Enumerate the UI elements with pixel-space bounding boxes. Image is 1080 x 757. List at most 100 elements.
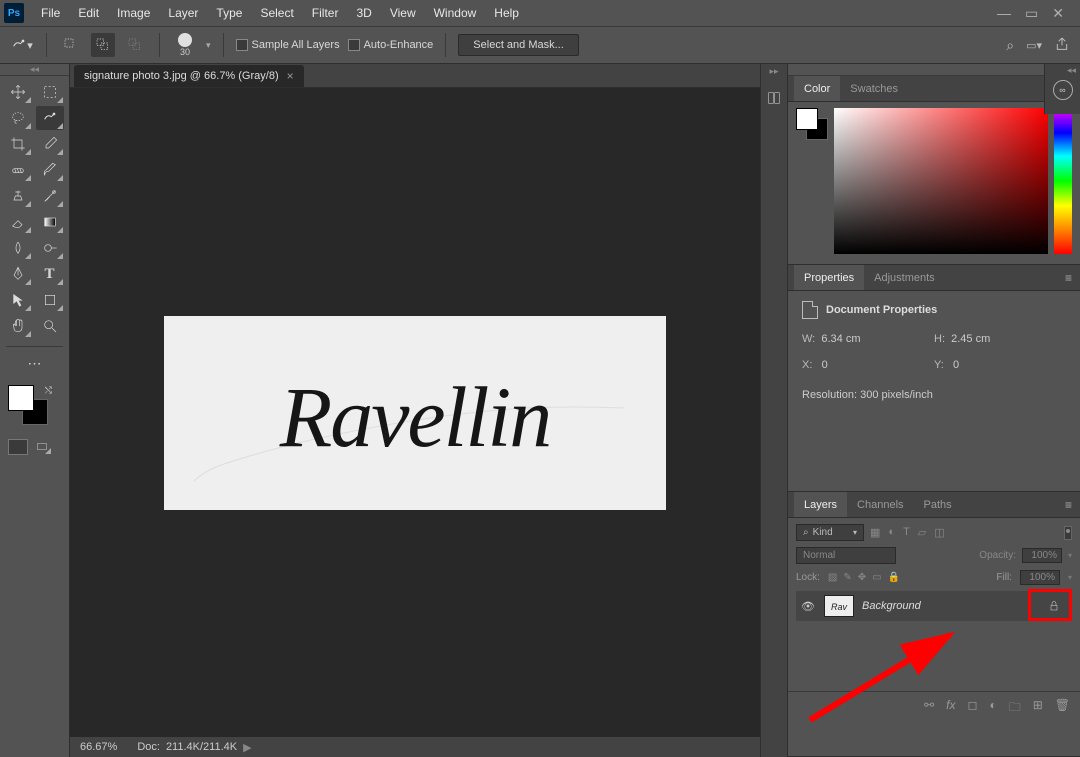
eyedropper-tool[interactable] xyxy=(36,132,64,156)
layer-effects-icon[interactable]: fx xyxy=(946,698,955,719)
share-icon[interactable] xyxy=(1054,36,1070,55)
history-brush-tool[interactable] xyxy=(36,184,64,208)
search-icon[interactable]: ⌕ xyxy=(1006,37,1014,54)
layer-filter-kind-dropdown[interactable]: ⌕Kind▾ xyxy=(796,524,864,541)
filter-pixel-icon[interactable]: ▦ xyxy=(870,526,880,539)
add-selection-icon[interactable] xyxy=(59,33,83,57)
close-tab-icon[interactable]: × xyxy=(287,69,294,83)
blur-tool[interactable] xyxy=(4,236,32,260)
menu-window[interactable]: Window xyxy=(425,6,486,20)
tab-layers[interactable]: Layers xyxy=(794,492,847,517)
sample-all-layers-checkbox[interactable]: Sample All Layers xyxy=(236,39,340,51)
hue-slider[interactable] xyxy=(1054,108,1072,254)
collapse-handle[interactable]: ◂◂ xyxy=(0,64,69,76)
lock-image-icon[interactable]: ✎ xyxy=(843,572,851,583)
type-tool[interactable]: T xyxy=(36,262,64,286)
filter-toggle[interactable] xyxy=(1064,526,1072,540)
opacity-input[interactable]: 100% xyxy=(1022,548,1062,563)
menu-edit[interactable]: Edit xyxy=(69,6,108,20)
tab-paths[interactable]: Paths xyxy=(914,492,962,517)
canvas-viewport[interactable]: Ravellin xyxy=(70,88,760,737)
layer-thumbnail[interactable]: Rav xyxy=(824,595,854,617)
tab-swatches[interactable]: Swatches xyxy=(840,76,908,101)
tab-channels[interactable]: Channels xyxy=(847,492,913,517)
menu-file[interactable]: File xyxy=(32,6,69,20)
menu-help[interactable]: Help xyxy=(485,6,528,20)
current-tool-icon[interactable]: ▾ xyxy=(10,33,34,57)
menu-3d[interactable]: 3D xyxy=(347,6,380,20)
visibility-toggle-icon[interactable]: 👁 xyxy=(800,600,816,613)
fill-input[interactable]: 100% xyxy=(1020,570,1060,585)
hand-tool[interactable] xyxy=(4,314,32,338)
brush-preview[interactable]: 30 xyxy=(178,33,192,57)
layer-row-background[interactable]: 👁 Rav Background xyxy=(796,591,1072,621)
zoom-tool[interactable] xyxy=(36,314,64,338)
minimize-button[interactable]: — xyxy=(997,5,1011,22)
maximize-button[interactable]: ▭ xyxy=(1025,5,1038,22)
menu-filter[interactable]: Filter xyxy=(303,6,348,20)
pen-tool[interactable] xyxy=(4,262,32,286)
foreground-color-swatch[interactable] xyxy=(8,385,34,411)
eraser-tool[interactable] xyxy=(4,210,32,234)
crop-tool[interactable] xyxy=(4,132,32,156)
dodge-tool[interactable] xyxy=(36,236,64,260)
brush-dropdown-icon[interactable]: ▾ xyxy=(206,40,211,51)
layer-group-icon[interactable]: 🗀 xyxy=(1009,698,1021,719)
close-button[interactable]: ✕ xyxy=(1052,5,1064,22)
menu-select[interactable]: Select xyxy=(251,6,302,20)
zoom-value[interactable]: 66.67% xyxy=(80,741,117,753)
adjustment-layer-icon[interactable]: ◐ xyxy=(989,698,996,719)
quick-selection-tool[interactable] xyxy=(36,106,64,130)
filter-smartobject-icon[interactable]: ◫ xyxy=(934,526,944,539)
lock-artboard-icon[interactable]: ▭ xyxy=(872,572,881,583)
new-layer-icon[interactable]: ⊞ xyxy=(1033,698,1043,719)
subtract-selection-icon[interactable] xyxy=(91,33,115,57)
menu-type[interactable]: Type xyxy=(207,6,251,20)
canvas[interactable]: Ravellin xyxy=(164,316,666,510)
menu-image[interactable]: Image xyxy=(108,6,159,20)
marquee-tool[interactable] xyxy=(36,80,64,104)
brush-tool[interactable] xyxy=(36,158,64,182)
panel-menu-icon[interactable]: ≡ xyxy=(1057,271,1080,285)
swap-colors-icon[interactable]: ⤭ xyxy=(45,385,52,396)
color-field[interactable] xyxy=(834,108,1048,254)
document-tab[interactable]: signature photo 3.jpg @ 66.7% (Gray/8) × xyxy=(74,65,304,87)
lock-transparency-icon[interactable]: ▨ xyxy=(828,572,837,583)
tab-color[interactable]: Color xyxy=(794,76,840,101)
blend-mode-dropdown[interactable]: Normal xyxy=(796,547,896,564)
move-tool[interactable] xyxy=(4,80,32,104)
menu-layer[interactable]: Layer xyxy=(159,6,207,20)
auto-enhance-checkbox[interactable]: Auto-Enhance xyxy=(348,39,434,51)
gradient-tool[interactable] xyxy=(36,210,64,234)
workspace-switcher-icon[interactable]: ▭▾ xyxy=(1026,39,1042,52)
menu-view[interactable]: View xyxy=(381,6,425,20)
layer-lock-icon[interactable] xyxy=(1040,593,1068,619)
clone-stamp-tool[interactable] xyxy=(4,184,32,208)
lock-position-icon[interactable]: ✥ xyxy=(858,572,866,583)
tab-adjustments[interactable]: Adjustments xyxy=(864,265,945,290)
filter-type-icon[interactable]: T xyxy=(903,526,910,539)
select-and-mask-button[interactable]: Select and Mask... xyxy=(458,34,579,56)
lock-all-icon[interactable]: 🔒 xyxy=(888,572,900,583)
intersect-selection-icon[interactable] xyxy=(123,33,147,57)
foreground-background-swatches[interactable]: ⤭ xyxy=(8,385,48,425)
collapsed-panel-icon[interactable] xyxy=(764,88,784,108)
creative-cloud-icon[interactable]: ∞ xyxy=(1053,80,1073,100)
screen-mode-button[interactable] xyxy=(32,439,52,455)
shape-tool[interactable] xyxy=(36,288,64,312)
link-layers-icon[interactable]: ⚯ xyxy=(924,698,934,719)
standard-mode-button[interactable] xyxy=(8,439,28,455)
panel-menu-icon[interactable]: ≡ xyxy=(1057,498,1080,512)
filter-adjustment-icon[interactable]: ◐ xyxy=(888,526,895,539)
layer-mask-icon[interactable]: ◻ xyxy=(967,698,977,719)
tab-properties[interactable]: Properties xyxy=(794,265,864,290)
delete-layer-icon[interactable]: 🗑 xyxy=(1055,698,1070,719)
expand-handle[interactable]: ▸▸ xyxy=(761,66,787,77)
path-selection-tool[interactable] xyxy=(4,288,32,312)
collapse-handle[interactable]: ▸▸ xyxy=(788,64,1080,76)
color-panel-swatches[interactable] xyxy=(796,108,828,140)
healing-brush-tool[interactable] xyxy=(4,158,32,182)
layer-name[interactable]: Background xyxy=(862,600,921,612)
status-menu-icon[interactable]: ▶ xyxy=(243,741,251,754)
lasso-tool[interactable] xyxy=(4,106,32,130)
